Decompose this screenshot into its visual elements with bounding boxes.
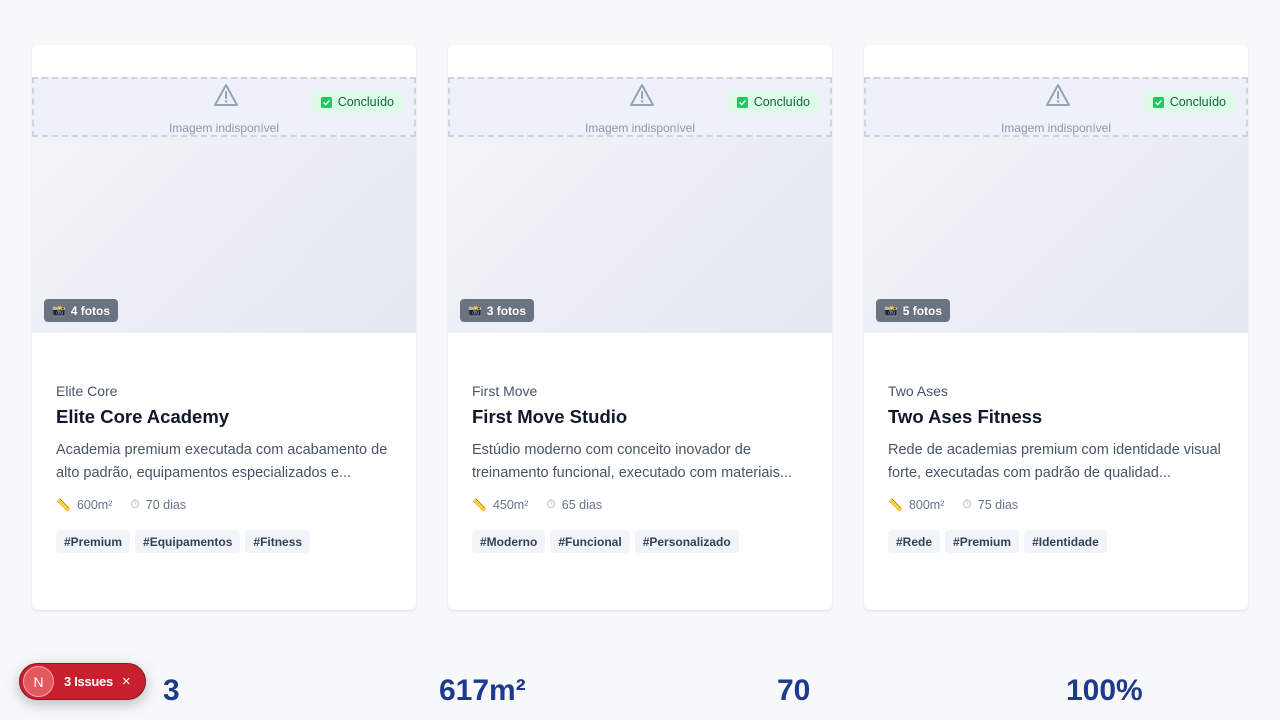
project-meta: 📏 450m² ⏱ 65 dias bbox=[472, 497, 808, 512]
camera-icon: 📸 bbox=[52, 305, 66, 317]
tag[interactable]: #Identidade bbox=[1024, 530, 1107, 553]
tag-list: #Moderno #Funcional #Personalizado bbox=[472, 530, 808, 553]
status-badge: Concluído bbox=[312, 91, 404, 113]
card-top-spacer bbox=[448, 45, 832, 77]
timer-icon: ⏱ bbox=[962, 497, 972, 511]
ruler-icon: 📏 bbox=[888, 497, 903, 512]
area-value: 600m² bbox=[76, 497, 113, 512]
tag[interactable]: #Premium bbox=[945, 530, 1020, 553]
image-unavailable-text: Imagem indisponível bbox=[1000, 121, 1112, 135]
project-image[interactable]: Imagem indisponível Concluído 📸 4 fotos bbox=[32, 77, 416, 333]
issues-indicator[interactable]: N 3 Issues × bbox=[19, 663, 146, 700]
stat-average-days: 70 bbox=[777, 674, 811, 707]
ruler-icon: 📏 bbox=[56, 497, 71, 512]
timer-icon: ⏱ bbox=[130, 497, 140, 511]
status-badge-label: Concluído bbox=[1169, 95, 1226, 109]
stats-row: 3 617m² 70 100% bbox=[0, 674, 1280, 720]
camera-icon: 📸 bbox=[884, 305, 898, 317]
duration-value: 65 dias bbox=[561, 497, 603, 512]
area-value: 800m² bbox=[908, 497, 945, 512]
client-brand: Elite Core bbox=[56, 383, 118, 399]
card-body: First Move First Move Studio Estúdio mod… bbox=[472, 383, 808, 553]
duration-meta: ⏱ 70 dias bbox=[130, 497, 186, 512]
area-value: 450m² bbox=[492, 497, 529, 512]
tag[interactable]: #Moderno bbox=[472, 530, 546, 553]
photo-count-badge[interactable]: 📸 4 fotos bbox=[44, 299, 119, 322]
duration-meta: ⏱ 75 dias bbox=[962, 497, 1018, 512]
project-description: Rede de academias premium com identidade… bbox=[888, 442, 1221, 481]
card-body: Elite Core Elite Core Academy Academia p… bbox=[56, 383, 392, 553]
project-title: Elite Core Academy bbox=[56, 406, 230, 427]
duration-meta: ⏱ 65 dias bbox=[546, 497, 602, 512]
project-title: First Move Studio bbox=[472, 406, 628, 427]
timer-icon: ⏱ bbox=[546, 497, 556, 511]
project-meta: 📏 600m² ⏱ 70 dias bbox=[56, 497, 392, 512]
project-image[interactable]: Imagem indisponível Concluído 📸 5 fotos bbox=[864, 77, 1248, 333]
warning-icon bbox=[1046, 84, 1070, 106]
image-unavailable-text: Imagem indisponível bbox=[584, 121, 696, 135]
warning-icon bbox=[214, 84, 238, 106]
image-unavailable-text: Imagem indisponível bbox=[168, 121, 280, 135]
stat-completion: 100% bbox=[1066, 674, 1143, 707]
tag[interactable]: #Funcional bbox=[550, 530, 630, 553]
status-badge: Concluído bbox=[728, 91, 820, 113]
duration-value: 70 dias bbox=[145, 497, 187, 512]
client-brand: Two Ases bbox=[888, 383, 948, 399]
card-top-spacer bbox=[32, 45, 416, 77]
project-card[interactable]: Imagem indisponível Concluído 📸 5 fotos … bbox=[864, 45, 1248, 610]
issues-label[interactable]: 3 Issues bbox=[64, 674, 113, 689]
tag[interactable]: #Equipamentos bbox=[135, 530, 241, 553]
duration-value: 75 dias bbox=[977, 497, 1019, 512]
status-badge: Concluído bbox=[1144, 91, 1236, 113]
card-body: Two Ases Two Ases Fitness Rede de academ… bbox=[888, 383, 1224, 553]
stat-projects: 3 bbox=[163, 674, 180, 707]
card-top-spacer bbox=[864, 45, 1248, 77]
photo-count-label: 4 fotos bbox=[70, 303, 111, 318]
status-badge-label: Concluído bbox=[337, 95, 394, 109]
tag[interactable]: #Personalizado bbox=[634, 530, 739, 553]
tag-list: #Premium #Equipamentos #Fitness bbox=[56, 530, 392, 553]
photo-count-badge[interactable]: 📸 5 fotos bbox=[876, 299, 951, 322]
stat-average-area: 617m² bbox=[439, 674, 526, 707]
photo-count-label: 3 fotos bbox=[486, 303, 527, 318]
ruler-icon: 📏 bbox=[472, 497, 487, 512]
project-description: Estúdio moderno com conceito inovador de… bbox=[472, 442, 792, 481]
tag[interactable]: #Premium bbox=[56, 530, 131, 553]
tag-list: #Rede #Premium #Identidade bbox=[888, 530, 1224, 553]
camera-icon: 📸 bbox=[468, 305, 482, 317]
area-meta: 📏 600m² bbox=[56, 498, 112, 512]
project-description: Academia premium executada com acabament… bbox=[56, 442, 388, 481]
project-card[interactable]: Imagem indisponível Concluído 📸 4 fotos … bbox=[32, 45, 416, 610]
project-cards: Imagem indisponível Concluído 📸 4 fotos … bbox=[32, 45, 1248, 610]
project-image[interactable]: Imagem indisponível Concluído 📸 3 fotos bbox=[448, 77, 832, 333]
nextjs-logo-icon[interactable]: N bbox=[23, 666, 54, 697]
check-icon bbox=[320, 96, 332, 108]
tag[interactable]: #Rede bbox=[888, 530, 941, 553]
photo-count-label: 5 fotos bbox=[902, 303, 943, 318]
close-icon[interactable]: × bbox=[122, 673, 131, 690]
check-icon bbox=[1152, 96, 1164, 108]
area-meta: 📏 450m² bbox=[472, 498, 528, 512]
client-brand: First Move bbox=[472, 383, 538, 399]
tag[interactable]: #Fitness bbox=[245, 530, 311, 553]
project-title: Two Ases Fitness bbox=[888, 406, 1043, 427]
project-meta: 📏 800m² ⏱ 75 dias bbox=[888, 497, 1224, 512]
area-meta: 📏 800m² bbox=[888, 498, 944, 512]
status-badge-label: Concluído bbox=[753, 95, 810, 109]
check-icon bbox=[736, 96, 748, 108]
warning-icon bbox=[630, 84, 654, 106]
project-card[interactable]: Imagem indisponível Concluído 📸 3 fotos … bbox=[448, 45, 832, 610]
photo-count-badge[interactable]: 📸 3 fotos bbox=[460, 299, 535, 322]
